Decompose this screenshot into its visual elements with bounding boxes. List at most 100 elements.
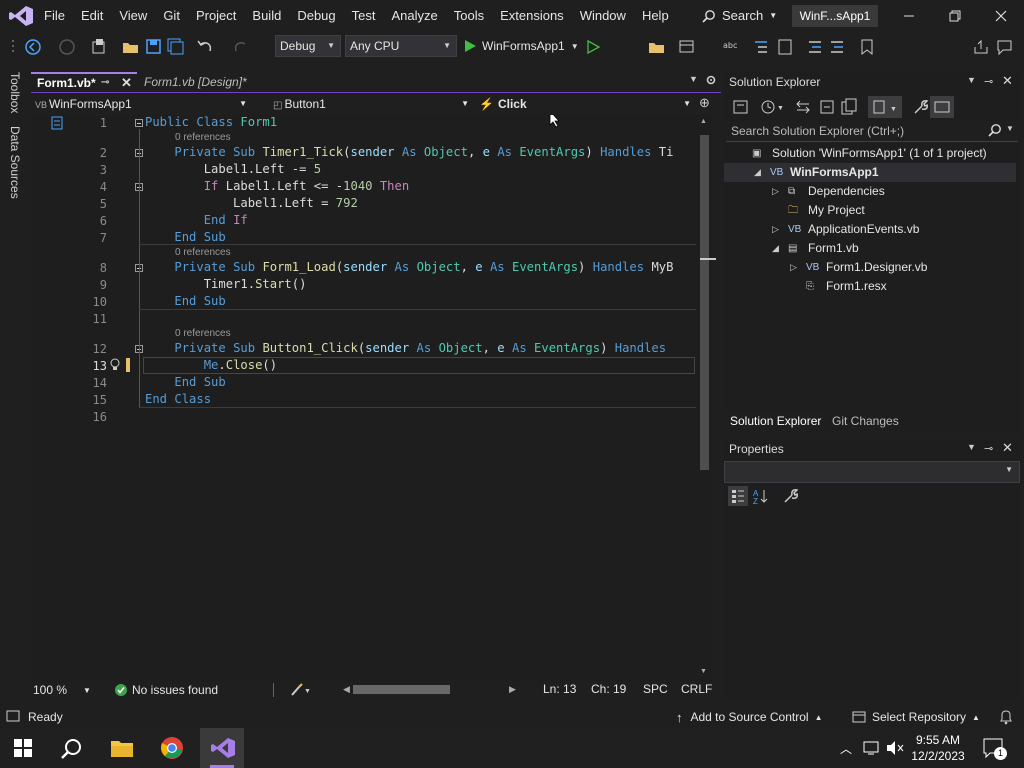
alphabetical-icon[interactable]: AZ: [752, 487, 770, 505]
start-without-debugging-icon[interactable]: [584, 38, 602, 56]
network-icon[interactable]: [862, 740, 880, 756]
collapse-all-icon[interactable]: [818, 98, 836, 116]
increase-indent-icon[interactable]: [828, 38, 846, 56]
minimize-button[interactable]: [886, 0, 932, 32]
wrench-icon[interactable]: [782, 487, 800, 505]
open-folder-icon[interactable]: [122, 38, 140, 56]
expanded-arrow-icon[interactable]: ◢: [754, 163, 761, 182]
windows-start-icon[interactable]: [14, 739, 32, 757]
pin-icon[interactable]: ⊸: [984, 442, 993, 455]
configuration-dropdown[interactable]: Debug ▼: [275, 35, 341, 57]
properties-toggle[interactable]: ▼: [868, 96, 902, 118]
tree-item[interactable]: ◢ ▤ Form1.vb: [724, 239, 1016, 258]
tree-item[interactable]: 🗀 My Project: [724, 201, 1016, 220]
data-sources-tab[interactable]: Data Sources: [8, 126, 22, 199]
menu-test[interactable]: Test: [344, 0, 384, 32]
search-button[interactable]: Search ▼: [702, 5, 777, 27]
preview-selected-icon[interactable]: [930, 96, 954, 118]
redo-icon[interactable]: [232, 38, 250, 56]
lightbulb-icon[interactable]: [109, 358, 121, 372]
decrease-indent-icon[interactable]: [806, 38, 824, 56]
tab-solution-explorer[interactable]: Solution Explorer: [724, 411, 826, 431]
scroll-right-icon[interactable]: ▶: [509, 684, 516, 695]
menu-window[interactable]: Window: [572, 0, 634, 32]
codelens-references[interactable]: 0 references: [175, 132, 231, 143]
panel-options-dropdown-icon[interactable]: ▼: [967, 75, 976, 85]
tree-item[interactable]: ▷ VB Form1.Designer.vb: [724, 258, 1016, 277]
scroll-down-icon[interactable]: ▼: [700, 668, 707, 675]
code-line[interactable]: Label1.Left -= 5: [145, 162, 321, 176]
undo-icon[interactable]: [196, 38, 214, 56]
switch-views-icon[interactable]: [732, 98, 750, 116]
share-icon[interactable]: [972, 38, 990, 56]
line-ending-indicator[interactable]: CRLF: [681, 682, 712, 696]
pin-icon[interactable]: ⊸: [984, 75, 993, 88]
scroll-up-icon[interactable]: ▲: [700, 118, 707, 125]
code-line[interactable]: End If: [145, 213, 248, 227]
collapsed-arrow-icon[interactable]: ▷: [772, 220, 779, 239]
save-all-icon[interactable]: [167, 38, 185, 56]
event-dropdown[interactable]: ⚡ Click ▼: [479, 95, 691, 113]
select-repository-button[interactable]: Select Repository ▲: [852, 709, 980, 725]
visual-studio-taskbar-button[interactable]: [200, 728, 244, 768]
collapsed-arrow-icon[interactable]: ▷: [772, 182, 779, 201]
whitespace-indicator[interactable]: SPC: [643, 682, 668, 696]
tab-form1-vb[interactable]: Form1.vb* ⊸ ✕: [31, 72, 137, 92]
line-indicator[interactable]: Ln: 13: [543, 682, 576, 696]
show-all-files-icon[interactable]: [840, 98, 858, 116]
add-to-source-control-button[interactable]: ↑ Add to Source Control ▲: [676, 709, 823, 725]
menu-file[interactable]: File: [36, 0, 73, 32]
menu-analyze[interactable]: Analyze: [383, 0, 445, 32]
code-line[interactable]: End Sub: [145, 230, 225, 244]
code-line[interactable]: Public Class Form1: [145, 115, 277, 129]
code-line[interactable]: End Class: [145, 392, 211, 406]
volume-muted-icon[interactable]: [886, 740, 904, 756]
code-line[interactable]: If Label1.Left <= -1040 Then: [145, 179, 410, 193]
visual-studio-logo-icon[interactable]: [8, 5, 34, 27]
history-icon[interactable]: ▼: [760, 98, 784, 116]
tree-item[interactable]: ▷ VB ApplicationEvents.vb: [724, 220, 1016, 239]
tree-item[interactable]: ⎘ Form1.resx: [724, 277, 1016, 296]
scroll-left-icon[interactable]: ◀: [343, 684, 350, 695]
chrome-icon[interactable]: [160, 736, 184, 760]
format-document-icon[interactable]: [752, 38, 770, 56]
split-window-icon[interactable]: ⊕: [699, 95, 710, 111]
menu-debug[interactable]: Debug: [289, 0, 343, 32]
wrench-icon[interactable]: [912, 98, 930, 116]
notifications-bell-icon[interactable]: [998, 709, 1014, 725]
layout-icon[interactable]: [678, 38, 696, 56]
new-project-icon[interactable]: [90, 38, 108, 56]
tree-item[interactable]: ▣ Solution 'WinFormsApp1' (1 of 1 project…: [724, 144, 1016, 163]
close-icon[interactable]: ✕: [1002, 73, 1013, 89]
code-line[interactable]: Private Sub Form1_Load(sender As Object,…: [145, 260, 673, 274]
search-icon[interactable]: [60, 737, 84, 761]
solution-name-badge[interactable]: WinF...sApp1: [792, 5, 878, 27]
chevron-up-icon[interactable]: ︿: [840, 740, 852, 757]
code-line[interactable]: Private Sub Button1_Click(sender As Obje…: [145, 341, 666, 355]
code-line[interactable]: Timer1.Start(): [145, 277, 307, 291]
bookmark-icon[interactable]: [858, 38, 876, 56]
code-line[interactable]: End Sub: [145, 375, 225, 389]
expanded-arrow-icon[interactable]: ◢: [772, 239, 779, 258]
feedback-icon[interactable]: [996, 38, 1014, 56]
tab-git-changes[interactable]: Git Changes: [832, 411, 899, 431]
code-line[interactable]: Private Sub Timer1_Tick(sender As Object…: [145, 145, 673, 159]
pin-icon[interactable]: ⊸: [101, 74, 109, 92]
tab-list-dropdown-icon[interactable]: ▼: [689, 74, 698, 84]
spell-check-icon[interactable]: abc: [722, 38, 740, 56]
menu-help[interactable]: Help: [634, 0, 677, 32]
navigate-back-icon[interactable]: [24, 38, 42, 56]
save-icon[interactable]: [145, 38, 163, 56]
horizontal-scrollbar-thumb[interactable]: [353, 685, 450, 694]
tree-item[interactable]: ◢ VB WinFormsApp1: [724, 163, 1016, 182]
platform-dropdown[interactable]: Any CPU ▼: [345, 35, 457, 57]
notification-center-icon[interactable]: 1: [982, 737, 1007, 760]
menu-tools[interactable]: Tools: [446, 0, 492, 32]
solution-folder-icon[interactable]: [648, 38, 666, 56]
code-line[interactable]: Label1.Left = 792: [145, 196, 358, 210]
menu-project[interactable]: Project: [188, 0, 244, 32]
object-dropdown[interactable]: ◰ Button1 ▼: [273, 95, 469, 113]
codelens-references[interactable]: 0 references: [175, 328, 231, 339]
code-editor[interactable]: 1 2 3 4 5 6 7 8 9 10 11 12 13 14 15 16 0…: [31, 115, 696, 682]
sync-icon[interactable]: [794, 98, 812, 116]
